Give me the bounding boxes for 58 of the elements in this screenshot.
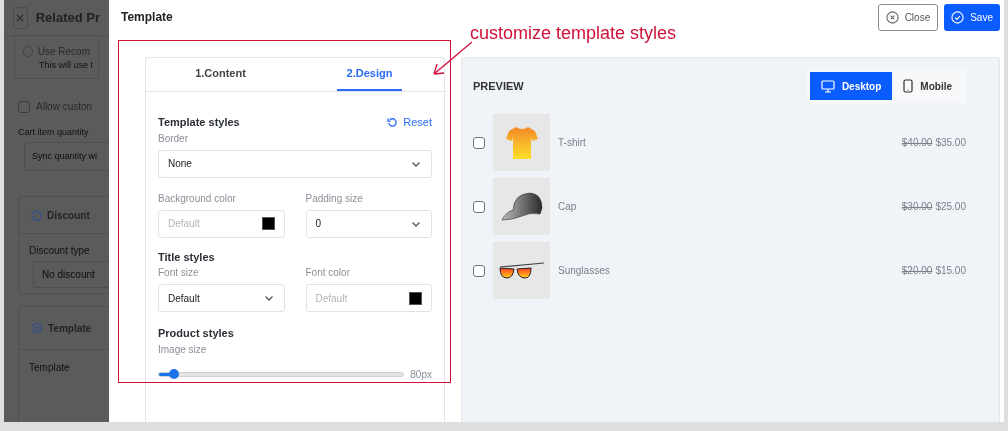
field-label: Border [158, 131, 189, 146]
padding-select[interactable]: 0 [305, 209, 432, 238]
old-price: $40.00 [901, 136, 933, 150]
close-circle-icon [885, 10, 899, 24]
card-title: Discount [47, 208, 90, 223]
close-icon [16, 13, 25, 22]
old-price: $20.00 [901, 264, 933, 278]
checkbox[interactable] [473, 200, 485, 213]
field-label: Image size [158, 342, 208, 357]
check-circle-icon [951, 10, 965, 24]
page-title: Related Pr [35, 8, 100, 27]
layers-icon [31, 322, 43, 334]
product-price: $15.00 [935, 264, 966, 278]
field-label: Padding size [305, 191, 364, 206]
tab[interactable]: 2.Design [336, 58, 403, 91]
checkbox[interactable] [473, 136, 485, 149]
slider-value: 80px [410, 367, 432, 382]
monitor-icon [820, 79, 835, 93]
reset-icon [387, 116, 399, 128]
field-label: Font size [158, 266, 200, 280]
field-label: Cart item quantity [18, 126, 89, 138]
section-title: Product styles [158, 326, 235, 341]
annotation-text: customize template styles [470, 22, 677, 45]
reset-button[interactable]: Reset [387, 114, 432, 131]
color-swatch[interactable] [409, 291, 422, 305]
badge-percent-icon [31, 209, 42, 221]
slider-thumb[interactable] [168, 368, 179, 379]
card-title: Template [48, 321, 92, 336]
image-size-slider[interactable] [158, 371, 405, 377]
save-button[interactable]: Save [944, 3, 1000, 31]
tab[interactable]: 1.Content [185, 58, 256, 91]
cap-drawing [499, 189, 544, 224]
color-swatch[interactable] [261, 217, 275, 230]
product-name: Cap [558, 200, 578, 214]
field-label: Template [29, 362, 70, 374]
device-tab[interactable]: Mobile [892, 72, 963, 100]
device-tab[interactable]: Desktop [809, 72, 893, 100]
font-size-select[interactable]: Default [158, 284, 285, 312]
modal-title: Template [121, 9, 173, 26]
product-price: $35.00 [935, 136, 966, 150]
product-price: $25.00 [935, 200, 966, 214]
product-name: T-shirt [558, 136, 587, 150]
t-shirt-drawing [504, 124, 539, 161]
preview-title: PREVIEW [473, 78, 524, 94]
checkbox[interactable] [18, 100, 30, 113]
field-label: Discount type [29, 245, 90, 257]
border-select[interactable]: None [158, 149, 432, 178]
field-label: Font color [305, 266, 351, 280]
field-label: Background color [158, 191, 237, 206]
checkbox[interactable] [473, 264, 485, 277]
old-price: $30.00 [901, 200, 933, 214]
section-title: Template styles [158, 115, 240, 130]
section-title: Title styles [158, 249, 216, 265]
sunglasses-drawing [497, 260, 546, 281]
product-name: Sunglasses [558, 264, 611, 278]
arrow [430, 40, 474, 78]
smartphone-icon [903, 79, 914, 93]
close-button[interactable]: Close [877, 3, 939, 31]
